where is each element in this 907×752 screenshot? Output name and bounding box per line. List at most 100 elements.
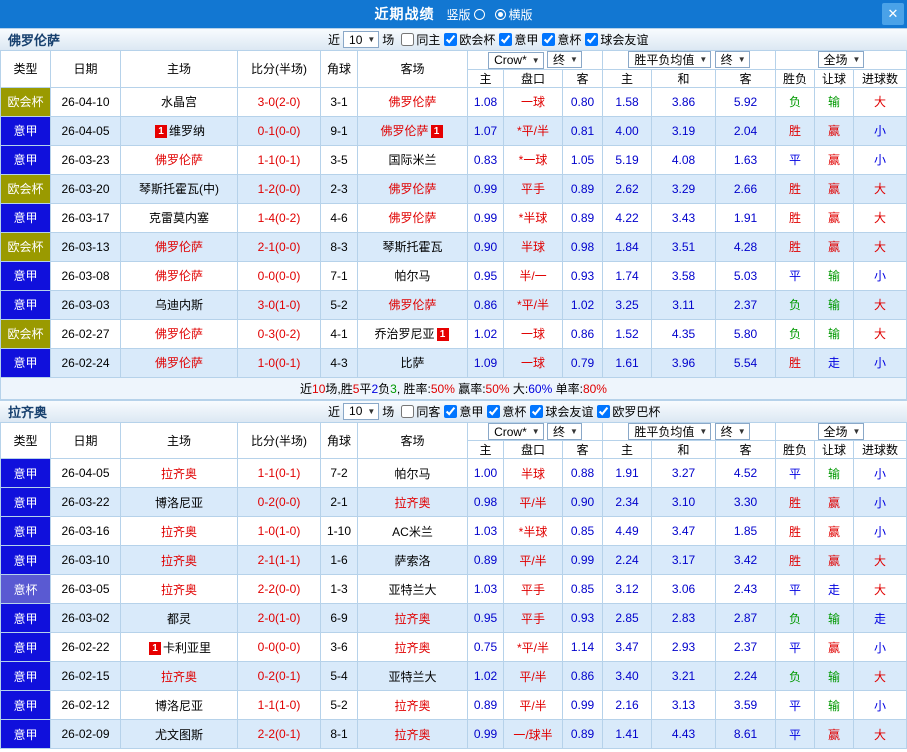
- away-team-link[interactable]: 乔治罗尼亚: [374, 327, 434, 341]
- away-odds-cell: 0.90: [562, 487, 603, 517]
- away-team-link[interactable]: 萨索洛: [394, 554, 430, 568]
- match-date-cell: 26-02-09: [50, 719, 121, 749]
- filter-checkbox[interactable]: [597, 404, 611, 418]
- filter-同客[interactable]: 同客: [401, 403, 440, 420]
- away-team-link[interactable]: 拉齐奥: [394, 496, 430, 510]
- away-team-link[interactable]: 帕尔马: [394, 269, 430, 283]
- home-team-link[interactable]: 佛罗伦萨: [155, 240, 203, 254]
- home-team-link[interactable]: 佛罗伦萨: [155, 356, 203, 370]
- away-team-link[interactable]: 佛罗伦萨: [388, 182, 436, 196]
- filter-意杯[interactable]: 意杯: [487, 403, 526, 420]
- score-cell: 1-1(0-1): [237, 458, 321, 488]
- filter-checkbox[interactable]: [530, 404, 544, 418]
- match-date-cell: 26-02-27: [50, 318, 121, 349]
- bookmaker-select[interactable]: Crow* ▼: [488, 423, 544, 440]
- filter-checkbox[interactable]: [487, 404, 501, 418]
- scope-select[interactable]: 全场 ▼: [817, 422, 865, 440]
- filter-意甲[interactable]: 意甲: [499, 31, 538, 48]
- avg-odds-select[interactable]: 胜平负均值 ▼: [628, 422, 712, 440]
- match-count-select[interactable]: 10 ▼: [343, 31, 380, 48]
- competition-type-cell: 意甲: [0, 115, 51, 146]
- away-team-link[interactable]: 琴斯托霍瓦: [382, 240, 442, 254]
- home-team-link[interactable]: 琴斯托霍瓦(中): [139, 182, 219, 196]
- competition-type-cell: 意杯: [0, 574, 51, 604]
- home-team-link[interactable]: 佛罗伦萨: [155, 327, 203, 341]
- layout-radio-horizontal[interactable]: 横版: [494, 6, 533, 23]
- home-team-link[interactable]: 拉齐奥: [161, 554, 197, 568]
- away-team-link[interactable]: 拉齐奥: [394, 612, 430, 626]
- scope-select[interactable]: 全场 ▼: [817, 51, 865, 69]
- filter-欧会杯[interactable]: 欧会杯: [444, 31, 495, 48]
- filter-意杯[interactable]: 意杯: [542, 31, 581, 48]
- close-button[interactable]: ✕: [882, 3, 904, 25]
- filter-checkbox[interactable]: [401, 404, 415, 418]
- home-team-link[interactable]: 博洛尼亚: [155, 699, 203, 713]
- filter-checkbox[interactable]: [444, 404, 458, 418]
- away-team-link[interactable]: 拉齐奥: [394, 641, 430, 655]
- home-team-link[interactable]: 乌迪内斯: [155, 298, 203, 312]
- away-team-link[interactable]: 比萨: [400, 356, 424, 370]
- home-odds-cell: 1.09: [467, 347, 504, 378]
- home-team-link[interactable]: 尤文图斯: [155, 728, 203, 742]
- away-team-link[interactable]: 佛罗伦萨: [380, 124, 428, 138]
- filter-同主[interactable]: 同主: [401, 31, 440, 48]
- handicap-line-cell: *一球: [503, 144, 563, 175]
- avg-odds-select[interactable]: 胜平负均值 ▼: [628, 51, 712, 69]
- away-team-link[interactable]: 拉齐奥: [394, 728, 430, 742]
- odds-stage-select[interactable]: 终 ▼: [547, 422, 582, 440]
- avg-away-cell: 4.52: [714, 458, 777, 488]
- filter-checkbox[interactable]: [401, 33, 415, 46]
- home-team-link[interactable]: 都灵: [167, 612, 191, 626]
- handicap-line-cell: *平/半: [503, 289, 563, 320]
- filter-checkbox[interactable]: [499, 33, 513, 46]
- filter-checkbox[interactable]: [542, 33, 556, 46]
- home-team-link[interactable]: 拉齐奥: [161, 583, 197, 597]
- away-team-cell: 拉齐奥: [357, 487, 468, 517]
- home-team-link[interactable]: 维罗纳: [169, 124, 205, 138]
- filter-意甲[interactable]: 意甲: [444, 403, 483, 420]
- away-team-link[interactable]: 帕尔马: [394, 467, 430, 481]
- odds-stage-select[interactable]: 终 ▼: [547, 51, 582, 68]
- home-team-link[interactable]: 克雷莫内塞: [149, 211, 209, 225]
- filter-欧罗巴杯[interactable]: 欧罗巴杯: [597, 403, 660, 420]
- summary-bar: 近10场,胜5平2负3, 胜率:50% 赢率:50% 大:60% 单率:80%: [0, 377, 907, 400]
- match-row: 欧会杯 26-04-10 水晶宫 3-0(2-0) 3-1 佛罗伦萨 1.08 …: [0, 86, 907, 117]
- away-odds-cell: 0.89: [562, 173, 603, 204]
- filter-checkbox[interactable]: [444, 33, 458, 46]
- home-team-link[interactable]: 拉齐奥: [161, 467, 197, 481]
- away-team-link[interactable]: 佛罗伦萨: [388, 95, 436, 109]
- away-team-link[interactable]: 国际米兰: [388, 153, 436, 167]
- home-team-link[interactable]: 拉齐奥: [161, 670, 197, 684]
- filter-球会友谊[interactable]: 球会友谊: [530, 403, 593, 420]
- handicap-result-cell: 走: [814, 347, 855, 378]
- filter-checkbox[interactable]: [585, 33, 599, 46]
- home-team-link[interactable]: 佛罗伦萨: [155, 269, 203, 283]
- filter-球会友谊[interactable]: 球会友谊: [585, 31, 648, 48]
- avg-stage-select[interactable]: 终 ▼: [714, 422, 750, 440]
- bookmaker-select[interactable]: Crow* ▼: [488, 51, 544, 69]
- handicap-line-cell: 平/半: [503, 545, 563, 575]
- goals-result-cell: 小: [853, 347, 907, 378]
- col-header-home: 主场: [120, 421, 238, 459]
- home-team-link[interactable]: 水晶宫: [161, 95, 197, 109]
- avg-home-cell: 1.41: [602, 719, 652, 749]
- away-team-link[interactable]: 佛罗伦萨: [388, 211, 436, 225]
- layout-radio-vertical[interactable]: 竖版: [446, 6, 485, 23]
- away-team-link[interactable]: 亚特兰大: [388, 670, 436, 684]
- away-odds-cell: 0.79: [562, 347, 603, 378]
- away-team-cell: 佛罗伦萨 1: [357, 115, 468, 146]
- away-odds-cell: 0.85: [562, 516, 603, 546]
- avg-draw-cell: 3.51: [651, 231, 716, 262]
- match-row: 意杯 26-03-05 拉齐奥 2-2(0-0) 1-3 亚特兰大 1.03 平…: [0, 574, 907, 604]
- away-team-link[interactable]: 拉齐奥: [394, 699, 430, 713]
- avg-stage-select[interactable]: 终 ▼: [714, 51, 750, 69]
- home-team-cell: 尤文图斯: [120, 719, 238, 749]
- away-team-link[interactable]: AC米兰: [392, 525, 433, 539]
- home-team-link[interactable]: 卡利亚里: [163, 641, 211, 655]
- away-team-link[interactable]: 佛罗伦萨: [388, 298, 436, 312]
- home-team-link[interactable]: 拉齐奥: [161, 525, 197, 539]
- home-team-link[interactable]: 博洛尼亚: [155, 496, 203, 510]
- home-team-link[interactable]: 佛罗伦萨: [155, 153, 203, 167]
- away-team-link[interactable]: 亚特兰大: [388, 583, 436, 597]
- match-count-select[interactable]: 10 ▼: [343, 402, 380, 420]
